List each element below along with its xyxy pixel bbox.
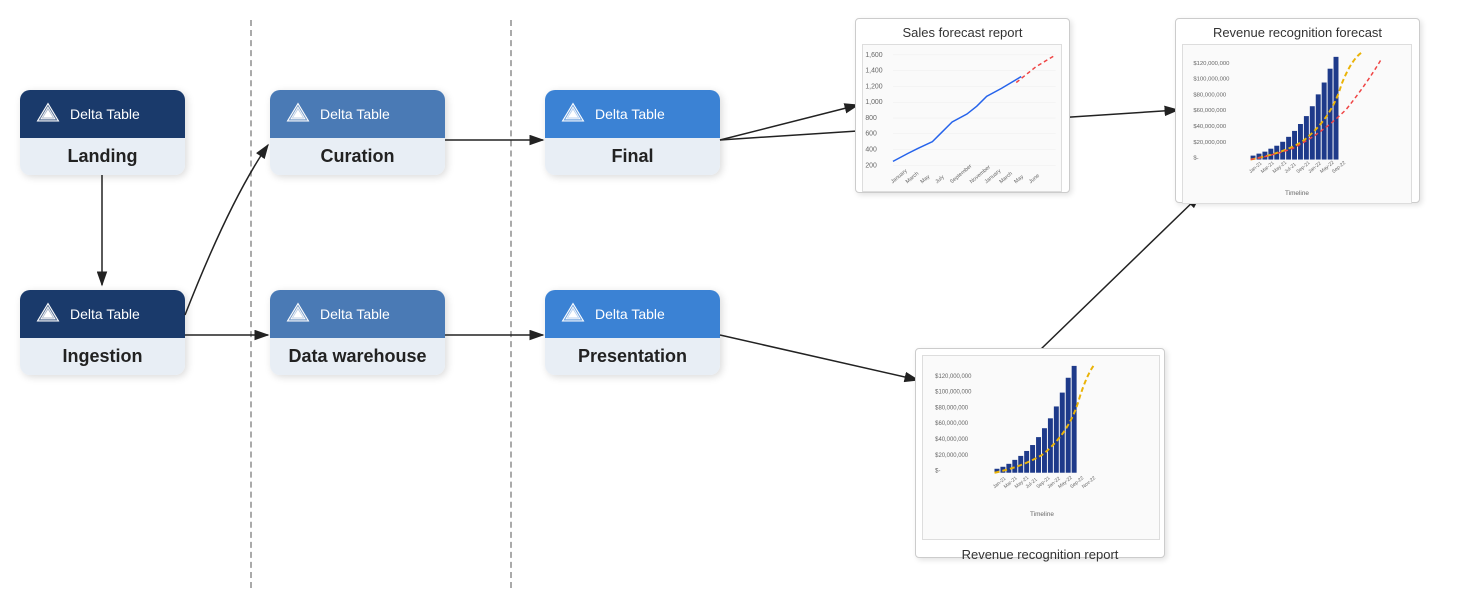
node-datawarehouse: Delta Table Data warehouse <box>270 290 445 375</box>
svg-text:1,200: 1,200 <box>865 83 882 90</box>
svg-text:Timeline: Timeline <box>1030 511 1054 518</box>
node-landing: Delta Table Landing <box>20 90 185 175</box>
node-curation: Delta Table Curation <box>270 90 445 175</box>
svg-text:$80,000,000: $80,000,000 <box>935 405 969 411</box>
svg-text:200: 200 <box>865 162 877 169</box>
node-final: Delta Table Final <box>545 90 720 175</box>
node-ingestion: Delta Table Ingestion <box>20 290 185 375</box>
svg-text:$-: $- <box>935 469 940 475</box>
chart-sales-forecast: Sales forecast report 1,600 1,400 1,200 … <box>855 18 1070 193</box>
diagram-container: Delta Table Landing Delta Table Ingestio… <box>0 0 1465 608</box>
svg-text:1,600: 1,600 <box>865 52 882 59</box>
svg-text:Nov-22: Nov-22 <box>1081 475 1097 490</box>
svg-text:June: June <box>1028 173 1041 185</box>
svg-text:$100,000,000: $100,000,000 <box>1193 77 1230 83</box>
svg-text:May: May <box>920 174 932 185</box>
svg-text:$120,000,000: $120,000,000 <box>1193 61 1230 67</box>
svg-text:1,000: 1,000 <box>865 99 882 106</box>
svg-text:$20,000,000: $20,000,000 <box>935 453 969 459</box>
svg-text:1,400: 1,400 <box>865 68 882 75</box>
node-presentation: Delta Table Presentation <box>545 290 720 375</box>
svg-text:$40,000,000: $40,000,000 <box>1193 124 1227 130</box>
chart-revenue-report: Accumulated Revenue Recognition $120,000… <box>915 348 1165 558</box>
svg-text:600: 600 <box>865 131 877 138</box>
svg-text:$120,000,000: $120,000,000 <box>935 374 972 380</box>
svg-text:May: May <box>1013 174 1025 185</box>
svg-text:$40,000,000: $40,000,000 <box>935 437 969 443</box>
svg-text:$20,000,000: $20,000,000 <box>1193 140 1227 146</box>
divider-1 <box>250 20 252 588</box>
divider-2 <box>510 20 512 588</box>
svg-text:$80,000,000: $80,000,000 <box>1193 92 1227 98</box>
svg-text:July: July <box>934 174 945 185</box>
svg-text:$60,000,000: $60,000,000 <box>935 421 969 427</box>
svg-text:$100,000,000: $100,000,000 <box>935 390 972 396</box>
svg-text:800: 800 <box>865 115 877 122</box>
svg-text:$60,000,000: $60,000,000 <box>1193 108 1227 114</box>
svg-text:Timeline: Timeline <box>1285 190 1309 197</box>
svg-text:$-: $- <box>1193 156 1198 162</box>
chart-revenue-forecast: Revenue recognition forecast Accumulated… <box>1175 18 1420 203</box>
svg-text:400: 400 <box>865 147 877 154</box>
